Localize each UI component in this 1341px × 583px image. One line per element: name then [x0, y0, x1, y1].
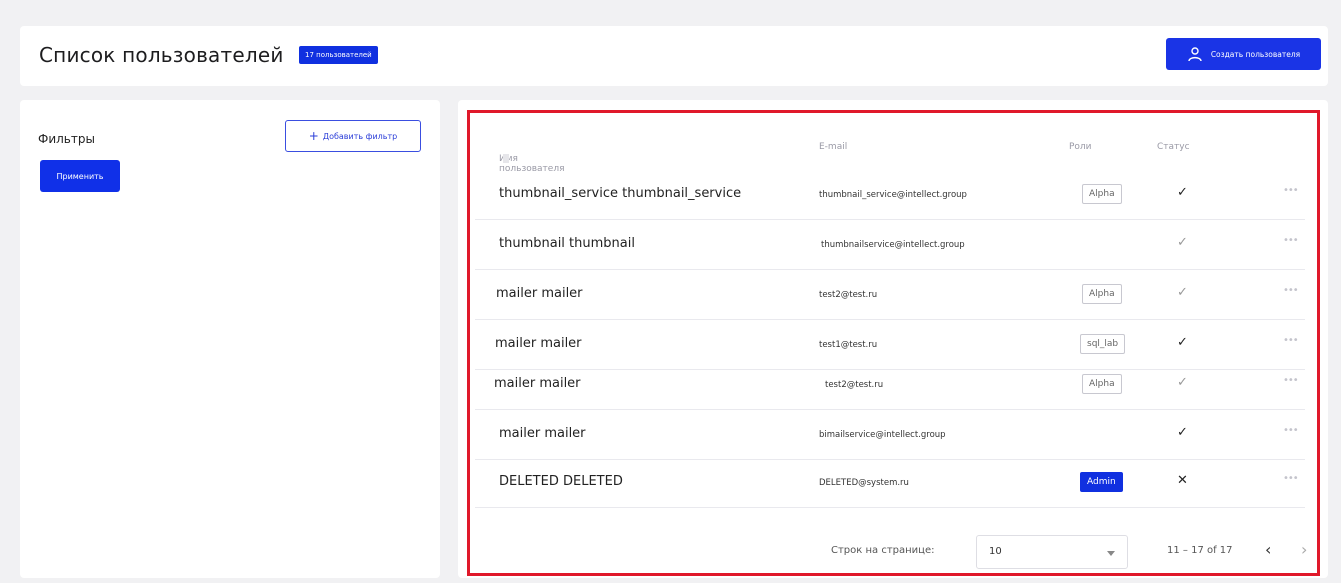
status-cross-icon: ✕	[1177, 473, 1188, 488]
status-check-icon: ✓	[1177, 285, 1188, 300]
user-icon	[1188, 47, 1202, 62]
add-filter-button[interactable]: + Добавить фильтр	[285, 120, 421, 152]
user-name: DELETED DELETED	[499, 474, 623, 489]
user-name: thumbnail_service thumbnail_service	[499, 186, 742, 201]
user-name: mailer mailer	[496, 286, 583, 301]
create-user-button[interactable]: Создать пользователя	[1166, 38, 1321, 70]
more-actions-icon[interactable]: •••	[1283, 425, 1299, 436]
more-actions-icon[interactable]: •••	[1283, 285, 1299, 296]
role-badge: Alpha	[1082, 374, 1122, 394]
user-email: bimailservice@intellect.group	[819, 430, 946, 440]
more-actions-icon[interactable]: •••	[1283, 335, 1299, 346]
column-header-role: Роли	[1069, 142, 1092, 152]
role-badge: Admin	[1080, 472, 1123, 492]
status-check-icon: ✓	[1177, 375, 1188, 390]
chevron-right-icon[interactable]: ›	[1301, 540, 1307, 559]
user-name: mailer mailer	[494, 376, 581, 391]
sort-icon[interactable]	[503, 154, 509, 163]
filters-title: Фильтры	[38, 132, 95, 146]
create-user-label: Создать пользователя	[1210, 49, 1301, 59]
table-row[interactable]: thumbnail_service thumbnail_service thum…	[475, 170, 1305, 220]
user-email: thumbnail_service@intellect.group	[819, 190, 967, 200]
column-header-status: Статус	[1157, 142, 1190, 152]
user-name: mailer mailer	[499, 426, 586, 441]
table-row[interactable]: DELETED DELETED DELETED@system.ru Admin …	[475, 458, 1305, 508]
status-check-icon: ✓	[1177, 185, 1188, 200]
plus-icon: +	[308, 129, 319, 143]
rows-per-page-select[interactable]: 10	[976, 535, 1128, 569]
role-badge: Alpha	[1082, 284, 1122, 304]
rows-per-page-value: 10	[989, 546, 1002, 557]
chevron-down-icon	[1107, 551, 1115, 556]
page-header: Список пользователей 17 пользователей Со…	[20, 26, 1328, 86]
user-email: DELETED@system.ru	[819, 478, 909, 488]
table-row[interactable]: mailer mailer bimailservice@intellect.gr…	[475, 410, 1305, 460]
table-row[interactable]: mailer mailer test2@test.ru Alpha ✓ •••	[475, 360, 1305, 410]
page-range: 11 – 17 of 17	[1167, 545, 1233, 556]
user-email: test1@test.ru	[819, 340, 878, 350]
more-actions-icon[interactable]: •••	[1283, 235, 1299, 246]
add-filter-label: Добавить фильтр	[322, 131, 398, 141]
status-check-icon: ✓	[1177, 425, 1188, 440]
user-email: test2@test.ru	[825, 380, 884, 390]
column-header-email: E-mail	[819, 142, 848, 152]
table-row[interactable]: mailer mailer test2@test.ru Alpha ✓ •••	[475, 270, 1305, 320]
table-row[interactable]: thumbnail thumbnail thumbnailservice@int…	[475, 220, 1305, 270]
user-email: thumbnailservice@intellect.group	[821, 240, 965, 250]
chevron-left-icon[interactable]: ‹	[1265, 540, 1271, 559]
user-name: mailer mailer	[495, 336, 582, 351]
more-actions-icon[interactable]: •••	[1283, 375, 1299, 386]
more-actions-icon[interactable]: •••	[1283, 473, 1299, 484]
user-name: thumbnail thumbnail	[499, 236, 635, 251]
apply-button[interactable]: Применить	[40, 160, 120, 192]
page-title: Список пользователей	[39, 43, 284, 67]
users-count-badge: 17 пользователей	[299, 46, 378, 64]
role-badge: sql_lab	[1080, 334, 1126, 354]
user-email: test2@test.ru	[819, 290, 878, 300]
filters-panel: Фильтры + Добавить фильтр Применить	[20, 100, 440, 578]
table-header: Имя пользователя E-mail Роли Статус	[475, 130, 1305, 174]
more-actions-icon[interactable]: •••	[1283, 185, 1299, 196]
role-badge: Alpha	[1082, 184, 1122, 204]
status-check-icon: ✓	[1177, 335, 1188, 350]
pagination: Строк на странице: 10 11 – 17 of 17 ‹ ›	[475, 535, 1307, 571]
rows-per-page-label: Строк на странице:	[831, 545, 935, 556]
status-check-icon: ✓	[1177, 235, 1188, 250]
